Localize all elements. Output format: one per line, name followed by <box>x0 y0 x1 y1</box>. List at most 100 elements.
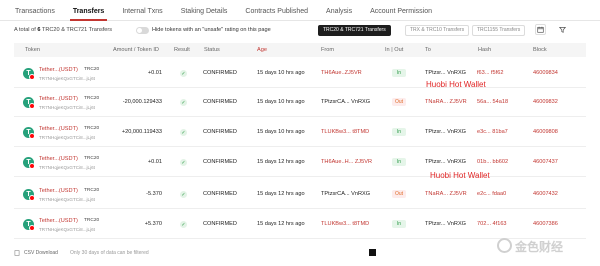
table-row: T Tether...(USDT) TRC20 TR7NHqjeKQxGTCi8… <box>14 180 586 209</box>
to-address[interactable]: TNaRA... ZJ5VR <box>425 191 467 197</box>
token-contract: TR7NHqjeKQxGTCi8...jLj6t <box>39 105 95 110</box>
table-row: T Tether...(USDT) TRC20 TR7NHqjeKQxGTCi8… <box>14 148 586 177</box>
tab-bar: Transactions Transfers Internal Txns Sta… <box>0 0 600 21</box>
direction-badge: In <box>392 220 406 228</box>
tab-transfers[interactable]: Transfers <box>64 8 114 21</box>
tab-internal-txns[interactable]: Internal Txns <box>113 8 171 20</box>
direction-badge: In <box>392 158 406 166</box>
filter-trx-trc10[interactable]: TRX & TRC10 Transfers <box>405 25 470 36</box>
col-result: Result <box>174 47 190 53</box>
col-from: From <box>321 47 335 53</box>
hide-unsafe-label: Hide tokens with an "unsafe" rating on t… <box>152 27 271 33</box>
col-status: Status <box>204 47 220 53</box>
table-row: T Tether...(USDT) TRC20 TR7NHqjeKQxGTCi8… <box>14 88 586 117</box>
col-to: To <box>425 47 431 53</box>
age: 15 days 10 hrs ago <box>257 99 305 105</box>
block-number[interactable]: 46007432 <box>533 191 558 197</box>
from-address: TPtzsrCA... VnRXG <box>321 191 371 197</box>
token-name[interactable]: Tether...(USDT) <box>39 126 78 132</box>
token-name[interactable]: Tether...(USDT) <box>39 67 78 73</box>
tx-hash[interactable]: 56a... 54a18 <box>477 99 508 105</box>
summary-count: 6 <box>37 27 41 33</box>
hide-unsafe-toggle[interactable] <box>136 27 149 34</box>
tab-account-permission[interactable]: Account Permission <box>361 8 441 20</box>
token-name[interactable]: Tether...(USDT) <box>39 218 78 224</box>
from-address[interactable]: TH6Aue..ZJ5VR <box>321 70 362 76</box>
filter-icon[interactable] <box>557 24 568 35</box>
tether-icon: T <box>23 219 35 231</box>
from-address[interactable]: TLUKBw3... t8TMD <box>321 221 369 227</box>
token-contract: TR7NHqjeKQxGTCi8...jLj6t <box>39 135 95 140</box>
col-amount: Amount / Token ID <box>113 47 159 53</box>
amount: -5.370 <box>146 191 162 197</box>
tx-hash[interactable]: e2c... fdaa0 <box>477 191 506 197</box>
token-name[interactable]: Tether...(USDT) <box>39 156 78 162</box>
check-icon: ✓ <box>180 99 187 106</box>
tab-staking-details[interactable]: Staking Details <box>172 8 237 20</box>
col-token[interactable]: Token <box>25 47 40 53</box>
amount: -20,000.129433 <box>122 99 162 105</box>
check-icon: ✓ <box>180 221 187 228</box>
tether-icon: T <box>23 189 35 201</box>
table-row: T Tether...(USDT) TRC20 TR7NHqjeKQxGTCi8… <box>14 59 586 88</box>
block-number[interactable]: 46009808 <box>533 129 558 135</box>
filter-limit-note: Only 30 days of data can be filtered <box>70 250 149 256</box>
check-icon: ✓ <box>180 191 187 198</box>
cursor-icon <box>369 249 376 256</box>
col-in-out: In | Out <box>385 47 404 53</box>
from-address[interactable]: TLUKBw3... t8TMD <box>321 129 369 135</box>
tx-hash[interactable]: e3c... 81ba7 <box>477 129 508 135</box>
status: CONFIRMED <box>203 70 237 76</box>
from-address[interactable]: TH6Aue..H... ZJ5VR <box>321 159 372 165</box>
token-name[interactable]: Tether...(USDT) <box>39 96 78 102</box>
tx-hash[interactable]: f63... f5f62 <box>477 70 503 76</box>
to-address: TPtzsr... VnRXG <box>425 129 467 135</box>
summary-suffix: TRC20 & TRC721 Transfers <box>41 27 113 33</box>
annotation-huobi-hot-wallet: Huobi Hot Wallet <box>426 80 486 89</box>
tab-transactions[interactable]: Transactions <box>6 8 64 20</box>
filter-trc20-trc721[interactable]: TRC20 & TRC721 Transfers <box>318 25 391 36</box>
block-number[interactable]: 46007386 <box>533 221 558 227</box>
to-address: TPtzsr... VnRXG <box>425 70 467 76</box>
to-address[interactable]: TNaRA... ZJ5VR <box>425 99 467 105</box>
check-icon: ✓ <box>180 70 187 77</box>
tether-icon: T <box>23 68 35 80</box>
token-contract: TR7NHqjeKQxGTCi8...jLj6t <box>39 76 95 81</box>
block-number[interactable]: 46009834 <box>533 70 558 76</box>
summary-prefix: A total of <box>14 27 36 33</box>
age: 15 days 12 hrs ago <box>257 191 305 197</box>
check-icon: ✓ <box>180 129 187 136</box>
col-age[interactable]: Age <box>257 47 267 53</box>
check-icon: ✓ <box>180 159 187 166</box>
table-header <box>14 43 586 57</box>
age: 15 days 12 hrs ago <box>257 221 305 227</box>
table-row: T Tether...(USDT) TRC20 TR7NHqjeKQxGTCi8… <box>14 210 586 239</box>
status: CONFIRMED <box>203 99 237 105</box>
tether-icon: T <box>23 127 35 139</box>
watermark-logo-icon <box>497 238 512 253</box>
status: CONFIRMED <box>203 159 237 165</box>
block-number[interactable]: 46009832 <box>533 99 558 105</box>
direction-badge: In <box>392 128 406 136</box>
col-hash: Hash <box>478 47 492 53</box>
direction-badge: In <box>392 69 406 77</box>
to-address: TPtzsr... VnRXG <box>425 221 467 227</box>
amount: +0.01 <box>147 159 162 165</box>
tab-analysis[interactable]: Analysis <box>317 8 361 20</box>
calendar-icon[interactable] <box>535 24 546 35</box>
tx-hash[interactable]: 702... 4f163 <box>477 221 507 227</box>
age: 15 days 10 hrs ago <box>257 129 305 135</box>
token-contract: TR7NHqjeKQxGTCi8...jLj6t <box>39 197 95 202</box>
token-name[interactable]: Tether...(USDT) <box>39 188 78 194</box>
tx-hash[interactable]: 01b... bb602 <box>477 159 508 165</box>
amount: +20,000.119433 <box>121 129 162 135</box>
amount: +5.370 <box>144 221 162 227</box>
to-address: TPtzsr... VnRXG <box>425 159 467 165</box>
download-icon[interactable] <box>14 250 20 258</box>
direction-badge: Out <box>392 98 406 106</box>
csv-download-link[interactable]: CSV Download <box>24 250 58 256</box>
filter-trc1155[interactable]: TRC1155 Transfers <box>472 25 526 36</box>
watermark: 金色财经 <box>515 240 564 254</box>
tab-contracts-published[interactable]: Contracts Published <box>236 8 317 20</box>
block-number[interactable]: 46007437 <box>533 159 558 165</box>
